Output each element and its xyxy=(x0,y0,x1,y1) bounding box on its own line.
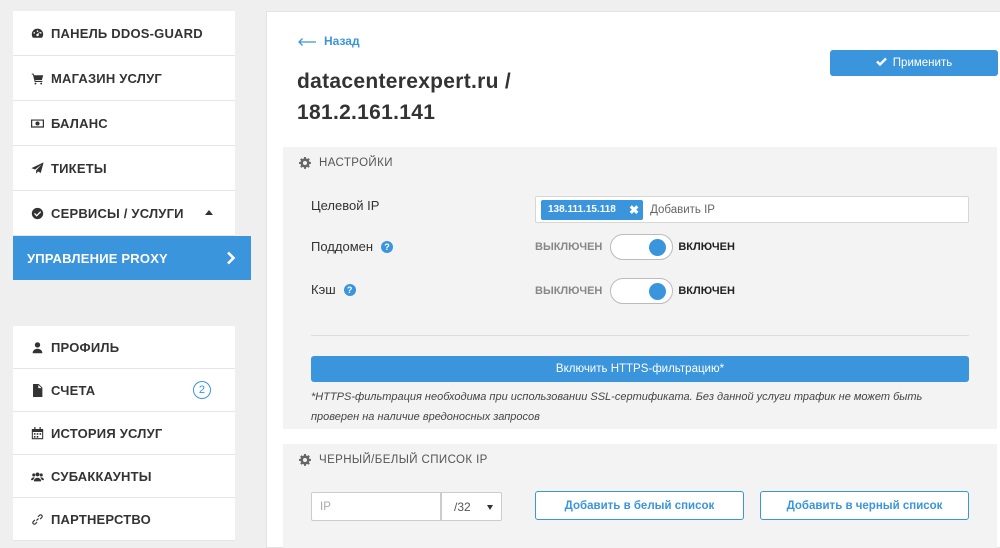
subdomain-row-label: Поддомен ? xyxy=(311,239,394,254)
enable-https-filtering-button[interactable]: Включить HTTPS-фильтрацию* xyxy=(311,356,969,382)
back-label: Назад xyxy=(324,34,360,48)
money-icon xyxy=(31,117,44,130)
cache-toggle[interactable] xyxy=(610,278,674,304)
sidebar-item-label: СЧЕТА xyxy=(51,382,96,398)
caret-up-icon xyxy=(205,210,213,215)
settings-section-title: НАСТРОЙКИ xyxy=(319,157,393,169)
ip-lists-section-title: ЧЕРНЫЙ/БЕЛЫЙ СПИСОК IP xyxy=(319,454,488,466)
sidebar-item-proxy-management[interactable]: УПРАВЛЕНИЕ PROXY xyxy=(13,236,251,280)
target-ip-label: Целевой IP xyxy=(311,198,380,213)
apply-button-label: Применить xyxy=(892,57,953,69)
sidebar-item-label: ИСТОРИЯ УСЛУГ xyxy=(51,425,163,441)
sidebar-item-label: СУБАККАУНТЫ xyxy=(51,468,152,484)
settings-panel-header: НАСТРОЙКИ xyxy=(283,147,997,179)
cart-icon xyxy=(31,72,44,85)
users-icon xyxy=(31,470,44,483)
ip-lists-panel: ЧЕРНЫЙ/БЕЛЫЙ СПИСОК IP IP /32 Добавить в… xyxy=(283,444,997,548)
settings-panel: НАСТРОЙКИ Целевой IP 138.111.15.118 ✖ До… xyxy=(283,147,997,429)
target-ip-tag-text: 138.111.15.118 xyxy=(548,204,616,215)
arrow-left-icon xyxy=(297,36,317,46)
apply-button[interactable]: Применить xyxy=(830,50,998,76)
help-icon[interactable]: ? xyxy=(343,283,356,296)
sidebar-item-label: БАЛАНС xyxy=(51,115,108,131)
sidebar-item-label: МАГАЗИН УСЛУГ xyxy=(51,70,162,86)
add-to-blacklist-button[interactable]: Добавить в черный список xyxy=(760,491,969,520)
sidebar-item-label: ПАНЕЛЬ DDOS-GUARD xyxy=(51,25,203,41)
sidebar-item-partnership[interactable]: ПАРТНЕРСТВО xyxy=(13,498,235,541)
check-circle-icon xyxy=(31,207,44,220)
sidebar-item-ddos-panel[interactable]: ПАНЕЛЬ DDOS-GUARD xyxy=(13,11,235,56)
sidebar-item-service-history[interactable]: ИСТОРИЯ УСЛУГ xyxy=(13,412,235,455)
sidebar-item-balance[interactable]: БАЛАНС xyxy=(13,101,235,146)
subdomain-on-label: ВКЛЮЧЕН xyxy=(678,241,735,253)
subdomain-label: Поддомен xyxy=(311,239,374,254)
back-link[interactable]: Назад xyxy=(297,34,360,48)
calendar-icon xyxy=(31,426,44,440)
target-ip-placeholder[interactable]: Добавить IP xyxy=(650,204,715,216)
caret-down-icon xyxy=(487,505,493,510)
subdomain-toggle[interactable] xyxy=(610,234,674,260)
link-icon xyxy=(31,513,44,526)
cache-row-label: Кэш ? xyxy=(311,282,356,297)
sidebar-item-tickets[interactable]: ТИКЕТЫ xyxy=(13,146,235,191)
cache-on-label: ВКЛЮЧЕН xyxy=(678,285,735,297)
target-ip-tag: 138.111.15.118 ✖ xyxy=(541,199,644,220)
check-icon xyxy=(875,57,887,69)
subnet-mask-select[interactable]: /32 xyxy=(441,492,502,521)
divider xyxy=(311,335,969,336)
sidebar-item-shop[interactable]: МАГАЗИН УСЛУГ xyxy=(13,56,235,101)
gear-icon xyxy=(299,157,311,169)
cache-label: Кэш xyxy=(311,282,336,297)
file-icon xyxy=(31,383,44,397)
chevron-right-icon xyxy=(225,251,237,268)
https-note: *HTTPS-фильтрация необходима при использ… xyxy=(311,391,923,423)
dashboard-icon xyxy=(31,27,44,40)
subdomain-off-label: ВЫКЛЮЧЕН xyxy=(535,241,603,253)
page-title-domain: datacenterexpert.ru / xyxy=(297,70,512,93)
sidebar-item-subaccounts[interactable]: СУБАККАУНТЫ xyxy=(13,455,235,498)
main-content: Назад datacenterexpert.ru / 181.2.161.14… xyxy=(266,11,1000,548)
sidebar-item-profile[interactable]: ПРОФИЛЬ xyxy=(13,326,235,369)
page-title-ip: 181.2.161.141 xyxy=(297,101,436,124)
sidebar-item-label: ТИКЕТЫ xyxy=(51,160,107,176)
user-icon xyxy=(31,341,44,354)
sidebar-item-label: УПРАВЛЕНИЕ PROXY xyxy=(27,250,168,266)
page-title: datacenterexpert.ru / 181.2.161.141 xyxy=(297,66,597,128)
sidebar-item-label: СЕРВИСЫ / УСЛУГИ xyxy=(51,205,184,221)
toggle-knob xyxy=(649,239,667,256)
sidebar-item-services[interactable]: СЕРВИСЫ / УСЛУГИ xyxy=(13,191,235,236)
invoices-count-badge: 2 xyxy=(193,381,211,399)
help-icon[interactable]: ? xyxy=(381,240,394,253)
cache-off-label: ВЫКЛЮЧЕН xyxy=(535,285,603,297)
sidebar-item-label: ПРОФИЛЬ xyxy=(51,339,120,355)
subnet-mask-value: /32 xyxy=(454,499,471,514)
sidebar-item-invoices[interactable]: СЧЕТА 2 xyxy=(13,369,235,412)
ip-lists-panel-header: ЧЕРНЫЙ/БЕЛЫЙ СПИСОК IP xyxy=(283,444,997,476)
sidebar: ПАНЕЛЬ DDOS-GUARD МАГАЗИН УСЛУГ БАЛАНС Т… xyxy=(0,0,252,548)
gear-icon xyxy=(299,454,311,466)
sidebar-item-label: ПАРТНЕРСТВО xyxy=(51,511,151,527)
paper-plane-icon xyxy=(31,161,44,175)
subdomain-toggle-row: ВЫКЛЮЧЕН ВКЛЮЧЕН xyxy=(535,234,735,260)
cache-toggle-row: ВЫКЛЮЧЕН ВКЛЮЧЕН xyxy=(535,278,735,304)
add-to-whitelist-button[interactable]: Добавить в белый список xyxy=(535,491,744,520)
remove-tag-icon[interactable]: ✖ xyxy=(629,203,639,217)
target-ip-field[interactable]: 138.111.15.118 ✖ Добавить IP xyxy=(535,196,969,223)
toggle-knob xyxy=(649,283,667,300)
ip-input[interactable]: IP xyxy=(311,492,441,521)
